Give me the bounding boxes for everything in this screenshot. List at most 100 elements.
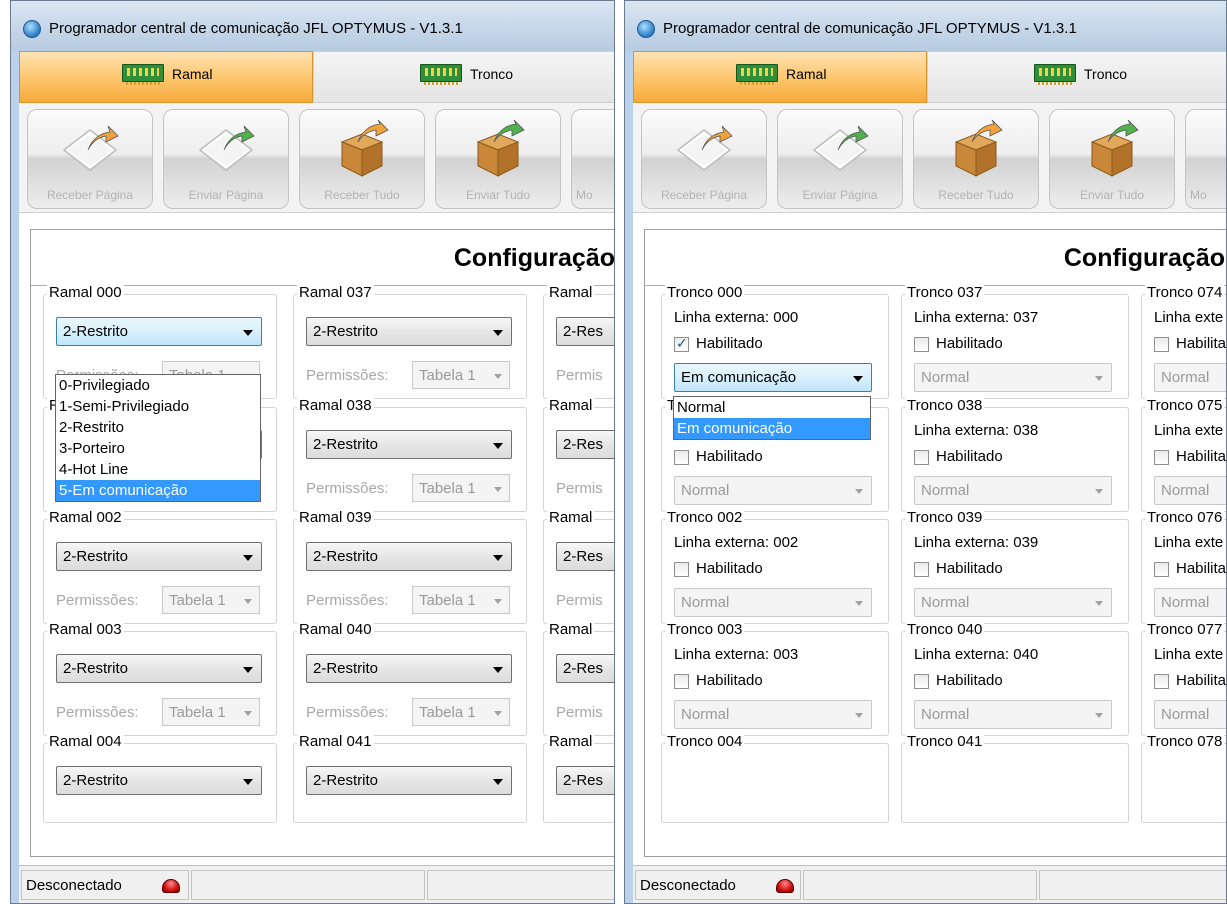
tronco-group: Tronco 038 Linha externa: 038 Habilitado No… bbox=[901, 397, 1129, 512]
category-select[interactable]: 2-Restrito bbox=[306, 654, 512, 683]
category-select[interactable]: 2-Restrito bbox=[306, 317, 512, 346]
title-bar[interactable]: Programador central de comunicação JFL O… bbox=[11, 1, 614, 51]
status-select[interactable]: Normal bbox=[1154, 700, 1226, 729]
selected-value: Normal bbox=[1161, 594, 1210, 611]
status-select[interactable]: Normal bbox=[1154, 588, 1226, 617]
enabled-checkbox[interactable] bbox=[914, 337, 929, 352]
category-select[interactable]: 2-Restrito bbox=[306, 430, 512, 459]
group-label: Tronco 000 bbox=[665, 284, 745, 301]
toolbar-button-4[interactable]: Enviar Tudo bbox=[435, 109, 561, 209]
status-select[interactable]: Normal bbox=[914, 476, 1112, 505]
dropdown-option[interactable]: 5-Em comunicação bbox=[56, 480, 260, 501]
group-label: Tronco 076 bbox=[1145, 509, 1225, 526]
page-send-icon bbox=[810, 120, 870, 178]
toolbar-button-label: Receber Página bbox=[46, 188, 134, 202]
dropdown-option[interactable]: 4-Hot Line bbox=[56, 459, 260, 480]
dropdown-option[interactable]: 2-Restrito bbox=[56, 417, 260, 438]
enabled-label: Habilitado bbox=[696, 448, 763, 465]
status-dropdown-list[interactable]: Normal Em comunicação bbox=[673, 396, 871, 440]
tronco-group: Tronco 037 Linha externa: 037 Habilitado No… bbox=[901, 284, 1129, 399]
permissions-select[interactable]: Tabela 1 bbox=[412, 474, 510, 502]
permissions-select[interactable]: Tabela 1 bbox=[162, 586, 260, 614]
toolbar-button-1[interactable]: Receber Página bbox=[27, 109, 153, 209]
enabled-checkbox[interactable] bbox=[1154, 562, 1169, 577]
ramal-group: Ramal 2-Res Permis bbox=[543, 621, 614, 736]
enabled-label: Habilitado bbox=[696, 560, 763, 577]
tab-tronco[interactable]: Tronco bbox=[927, 51, 1226, 103]
dropdown-option[interactable]: 0-Privilegiado bbox=[56, 375, 260, 396]
status-cell: Desconectado bbox=[635, 870, 801, 900]
category-select[interactable]: 2-Restrito bbox=[56, 542, 262, 571]
status-select[interactable]: Normal bbox=[674, 476, 872, 505]
status-select[interactable]: Normal bbox=[1154, 476, 1226, 505]
status-select[interactable]: Normal bbox=[674, 588, 872, 617]
dropdown-option[interactable]: 3-Porteiro bbox=[56, 438, 260, 459]
tab-tronco[interactable]: Tronco bbox=[313, 51, 614, 103]
selected-value: Normal bbox=[921, 482, 970, 499]
enabled-checkbox[interactable] bbox=[914, 674, 929, 689]
category-select[interactable]: 2-Restrito bbox=[56, 317, 262, 346]
category-dropdown-list[interactable]: 0-Privilegiado 1-Semi-Privilegiado 2-Restr… bbox=[55, 374, 261, 502]
status-select[interactable]: Normal bbox=[914, 700, 1112, 729]
enabled-checkbox[interactable] bbox=[1154, 337, 1169, 352]
enabled-checkbox[interactable] bbox=[674, 450, 689, 465]
toolbar-button-label: Enviar Tudo bbox=[1079, 188, 1145, 202]
category-select[interactable]: 2-Res bbox=[556, 654, 614, 683]
permissions-select[interactable]: Tabela 1 bbox=[412, 361, 510, 389]
toolbar-button-label: Receber Tudo bbox=[938, 188, 1014, 202]
selected-value: Normal bbox=[921, 706, 970, 723]
enabled-checkbox[interactable] bbox=[914, 450, 929, 465]
status-select[interactable]: Normal bbox=[1154, 363, 1226, 392]
group-label: Tronco 037 bbox=[905, 284, 985, 301]
enabled-checkbox[interactable] bbox=[674, 562, 689, 577]
category-select[interactable]: 2-Restrito bbox=[56, 654, 262, 683]
external-line-label: Linha externa: 037 bbox=[914, 309, 1039, 326]
group-label: Tronco 039 bbox=[905, 509, 985, 526]
enabled-checkbox[interactable] bbox=[914, 562, 929, 577]
category-select[interactable]: 2-Restrito bbox=[306, 766, 512, 795]
permissions-label: Permissões: bbox=[306, 704, 389, 721]
dropdown-option[interactable]: Normal bbox=[674, 397, 870, 418]
permissions-select[interactable]: Tabela 1 bbox=[412, 586, 510, 614]
category-select[interactable]: 2-Restrito bbox=[306, 542, 512, 571]
enabled-checkbox[interactable] bbox=[674, 335, 689, 352]
enabled-checkbox[interactable] bbox=[674, 674, 689, 689]
category-select[interactable]: 2-Res bbox=[556, 766, 614, 795]
enabled-checkbox[interactable] bbox=[1154, 450, 1169, 465]
status-select[interactable]: Em comunicação bbox=[674, 363, 872, 392]
status-select[interactable]: Normal bbox=[674, 700, 872, 729]
toolbar-button-5[interactable]: Mo bbox=[1185, 109, 1226, 209]
tab-ramal[interactable]: Ramal bbox=[633, 51, 927, 103]
status-select[interactable]: Normal bbox=[914, 363, 1112, 392]
enabled-checkbox[interactable] bbox=[1154, 674, 1169, 689]
selected-value: Normal bbox=[1161, 369, 1210, 386]
box-send-icon bbox=[1082, 119, 1142, 178]
category-select[interactable]: 2-Res bbox=[556, 542, 614, 571]
category-select[interactable]: 2-Res bbox=[556, 317, 614, 346]
tronco-group: Tronco 074 Linha exte Habilita Normal bbox=[1141, 284, 1226, 399]
toolbar-button-1[interactable]: Receber Página bbox=[641, 109, 767, 209]
category-select[interactable]: 2-Restrito bbox=[56, 766, 262, 795]
ramal-group: Ramal 004 2-Restrito bbox=[43, 733, 277, 823]
tab-bar: Ramal Tronco bbox=[633, 51, 1226, 103]
toolbar-button-4[interactable]: Enviar Tudo bbox=[1049, 109, 1175, 209]
external-line-label: Linha externa: 002 bbox=[674, 534, 799, 551]
toolbar-button-2[interactable]: Enviar Página bbox=[777, 109, 903, 209]
group-label: Ramal 004 bbox=[47, 733, 124, 750]
category-select[interactable]: 2-Res bbox=[556, 430, 614, 459]
dropdown-option[interactable]: 1-Semi-Privilegiado bbox=[56, 396, 260, 417]
title-bar[interactable]: Programador central de comunicação JFL O… bbox=[625, 1, 1226, 51]
toolbar-button-3[interactable]: Receber Tudo bbox=[299, 109, 425, 209]
dropdown-option[interactable]: Em comunicação bbox=[674, 418, 870, 439]
toolbar-button-3[interactable]: Receber Tudo bbox=[913, 109, 1039, 209]
group-label: Tronco 003 bbox=[665, 621, 745, 638]
group-label: Tronco 002 bbox=[665, 509, 745, 526]
status-select[interactable]: Normal bbox=[914, 588, 1112, 617]
permissions-select[interactable]: Tabela 1 bbox=[412, 698, 510, 726]
selected-value: 2-Restrito bbox=[63, 772, 129, 789]
tab-ramal[interactable]: Ramal bbox=[19, 51, 313, 103]
toolbar-button-5[interactable]: Mo bbox=[571, 109, 614, 209]
permissions-select[interactable]: Tabela 1 bbox=[162, 698, 260, 726]
toolbar-button-2[interactable]: Enviar Página bbox=[163, 109, 289, 209]
permissions-label: Permis bbox=[556, 704, 603, 721]
